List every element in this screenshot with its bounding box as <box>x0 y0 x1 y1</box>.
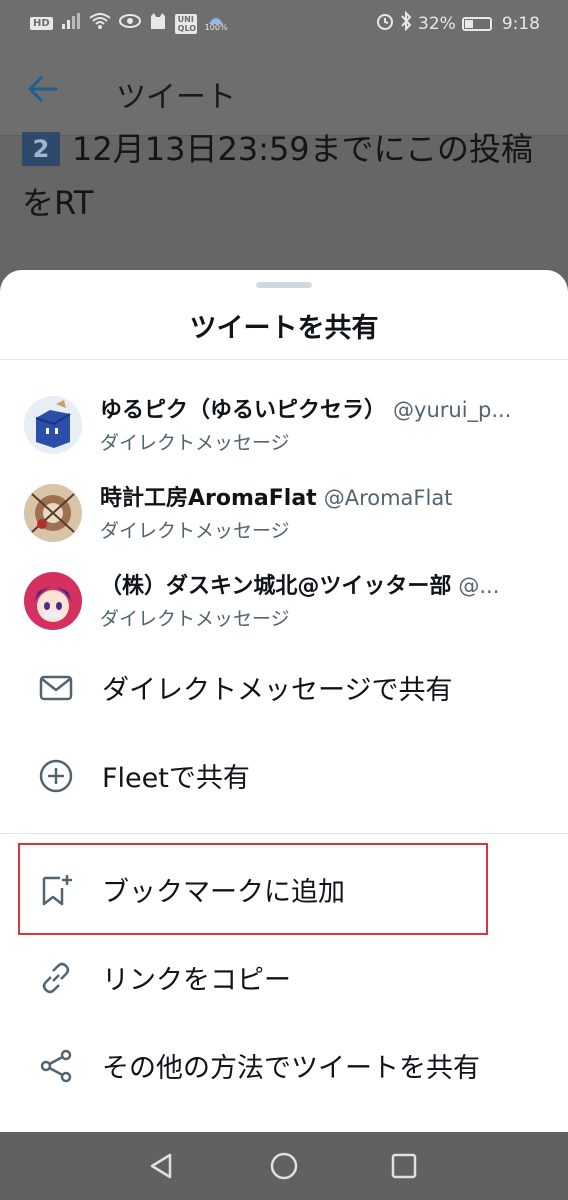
action-label: Fleetで共有 <box>102 763 250 794</box>
cat-icon <box>149 12 167 35</box>
battery-percent: 32% <box>418 13 456 34</box>
status-bar: HD UNI QLO 100% 32% 9:18 <box>0 0 568 46</box>
share-other-button[interactable]: その他の方法でツイートを共有 <box>0 1022 568 1110</box>
sheet-drag-handle[interactable] <box>256 282 312 288</box>
recipient-handle: @AromaFlat <box>323 486 453 510</box>
recipient-subtitle: ダイレクトメッセージ <box>100 608 290 630</box>
recipient-handle: @... <box>458 574 500 598</box>
recipient-name: （株）ダスキン城北@ツイッター部 <box>100 574 452 599</box>
plus-circle-icon <box>38 758 74 794</box>
action-label: ダイレクトメッセージで共有 <box>102 675 453 706</box>
link-icon <box>38 960 74 996</box>
dm-recipient-row[interactable]: ゆるピク（ゆるいピクセラ） @yurui_p... ダイレクトメッセージ <box>0 380 568 468</box>
recipient-subtitle: ダイレクトメッセージ <box>100 432 290 454</box>
alarm-icon <box>376 12 394 35</box>
battery-level <box>464 19 473 28</box>
avatar <box>24 396 82 454</box>
avatar <box>24 572 82 630</box>
signal-icon <box>61 12 81 35</box>
weather-value: 100% <box>204 22 228 32</box>
highlight-box <box>18 843 488 935</box>
dm-recipient-name-line: （株）ダスキン城北@ツイッター部 @... <box>100 568 540 600</box>
share-sheet: ツイートを共有 ゆるピク（ゆるいピクセラ） @yurui_p... ダイレクトメ… <box>0 270 568 1132</box>
share-icon <box>38 1048 74 1084</box>
hd-badge: HD <box>30 17 53 30</box>
recipient-handle: @yurui_p... <box>393 398 512 422</box>
dm-recipient-name-line: ゆるピク（ゆるいピクセラ） @yurui_p... <box>100 392 540 424</box>
nav-recents-icon[interactable] <box>388 1150 420 1182</box>
sheet-title: ツイートを共有 <box>189 313 379 344</box>
divider <box>0 833 568 834</box>
envelope-icon <box>38 670 74 706</box>
tweet-text: 12月13日23:59までにこの投稿をRT <box>22 130 534 222</box>
copy-link-button[interactable]: リンクをコピー <box>0 934 568 1022</box>
action-label: リンクをコピー <box>102 965 291 996</box>
recipient-name: ゆるピク（ゆるいピクセラ） <box>100 398 387 423</box>
action-label: その他の方法でツイートを共有 <box>102 1053 480 1084</box>
page-title: ツイート <box>116 80 236 115</box>
nav-back-icon[interactable] <box>146 1150 178 1182</box>
status-left: HD UNI QLO 100% <box>30 12 228 35</box>
dm-recipient-row[interactable]: （株）ダスキン城北@ツイッター部 @... ダイレクトメッセージ <box>0 556 568 644</box>
recipient-name: 時計工房AromaFlat <box>100 486 317 511</box>
system-nav-bar <box>0 1132 568 1200</box>
dm-recipient-row[interactable]: 時計工房AromaFlat @AromaFlat ダイレクトメッセージ <box>0 468 568 556</box>
status-right: 32% 9:18 <box>376 10 540 36</box>
divider <box>0 359 568 360</box>
avatar <box>24 484 82 542</box>
clock: 9:18 <box>501 13 540 34</box>
bluetooth-icon <box>400 10 412 36</box>
uniqlo-icon: UNI QLO <box>174 13 197 34</box>
keycap-number-icon: 2 <box>22 132 60 166</box>
weather-icon: 100% <box>205 16 228 32</box>
dm-recipient-name-line: 時計工房AromaFlat @AromaFlat <box>100 480 540 512</box>
recipient-subtitle: ダイレクトメッセージ <box>100 520 290 542</box>
tweet-content: 12月13日23:59までにこの投稿をRT 2 <box>0 130 568 286</box>
nav-home-icon[interactable] <box>268 1150 300 1182</box>
eye-icon <box>118 13 141 34</box>
back-arrow-icon[interactable] <box>28 76 58 106</box>
share-to-fleet-button[interactable]: Fleetで共有 <box>0 732 568 820</box>
battery-icon <box>461 16 492 31</box>
share-via-dm-button[interactable]: ダイレクトメッセージで共有 <box>0 644 568 732</box>
wifi-icon <box>89 12 111 35</box>
